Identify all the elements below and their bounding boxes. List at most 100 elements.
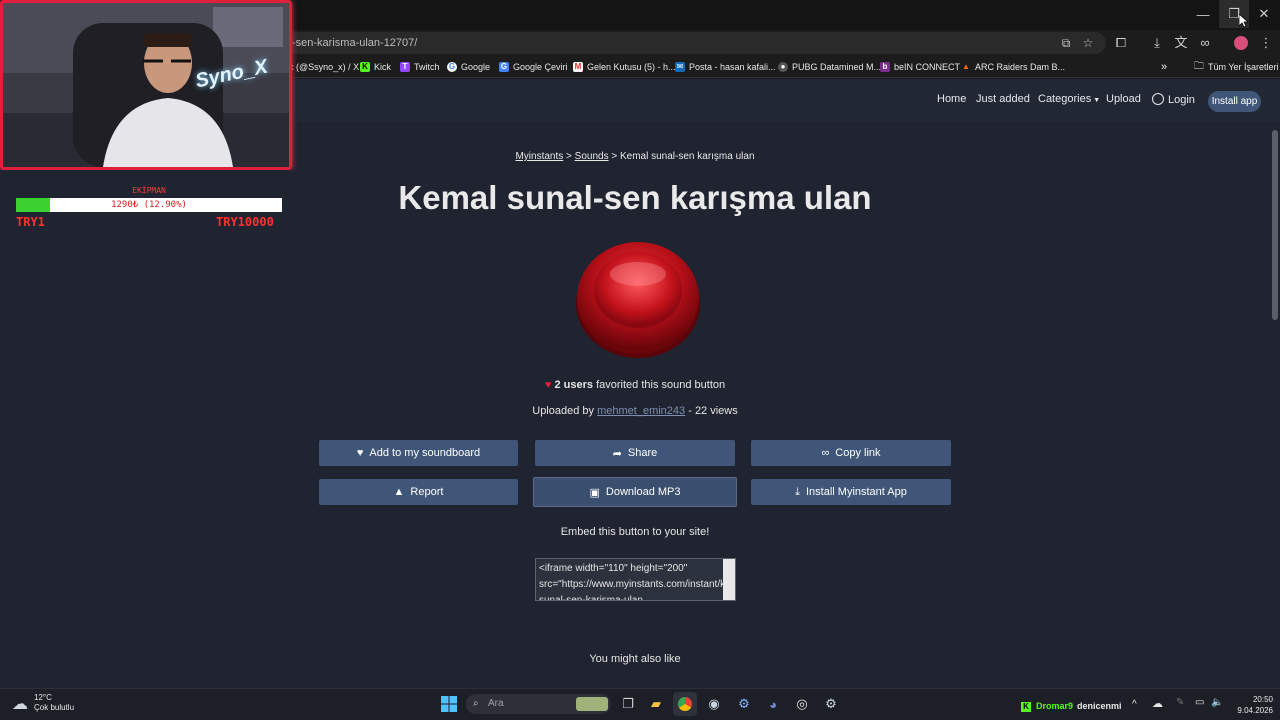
bookmark-label: Gelen Kutusu (5) - h... [587,62,676,72]
install-myinstant-app-button[interactable]: ⤓ Install Myinstant App [751,479,951,505]
share-arrow-icon: ➦ [612,447,622,460]
button-label: Install Myinstant App [805,486,907,498]
bookmark-label: Kick [374,62,392,72]
nav-upload[interactable]: Upload [1106,93,1141,105]
report-button[interactable]: ▲ Report [319,479,518,505]
network-icon[interactable]: ▭ [1195,697,1204,708]
settings-icon[interactable]: ⚙ [819,692,843,716]
bookmark-translate[interactable]: G Google Çeviri [499,59,568,75]
bookmark-mail[interactable]: ✉ Posta - hasan kafali... [675,59,776,75]
close-icon[interactable]: ✕ [1249,0,1279,28]
button-label: Download MP3 [605,486,681,498]
sound-play-button[interactable] [574,236,702,360]
button-label: Share [627,447,658,459]
embed-code-textarea[interactable]: <iframe width="110" height="200" src="ht… [535,558,736,601]
network-app-icon[interactable]: ⚙ [732,692,756,716]
breadcrumb-separator: > [566,151,572,162]
volume-icon[interactable]: 🔈 [1211,697,1223,708]
address-bar[interactable]: -sen-karisma-ulan-12707/ [286,32,1106,54]
mouse-cursor-icon [1239,14,1249,28]
download-icon[interactable]: ⤓ [1147,33,1167,53]
twitch-icon: T [400,62,410,72]
bein-icon: b [880,62,890,72]
copy-link-button[interactable]: ∞ Copy link [751,440,951,466]
pen-icon[interactable]: ✎ [1176,697,1184,708]
bookmark-label: beIN CONNECT [894,62,961,72]
windows-start-icon[interactable] [437,692,461,716]
google-icon: G [447,62,457,72]
menu-icon[interactable]: ⋮ [1256,33,1276,53]
obs-icon[interactable]: ◎ [790,692,814,716]
task-view-icon[interactable]: ❐ [616,692,640,716]
clock-date: 9.04.2026 [1237,706,1273,715]
translate-icon[interactable]: 文 [1171,33,1191,53]
chevron-double-icon: » [1161,61,1168,73]
bookmark-twitch[interactable]: T Twitch [400,59,440,75]
weather-cloud-icon[interactable]: ☁ [8,692,32,716]
install-app-button[interactable]: Install app [1208,91,1261,112]
discord-icon[interactable]: ◕ [761,692,785,716]
scrollbar-thumb[interactable] [1272,130,1278,320]
bookmark-label: Posta - hasan kafali... [689,62,776,72]
install-page-icon[interactable]: ⧉ [1057,35,1075,51]
weather-widget[interactable]: 12°C Çok bulutlu [34,693,74,713]
uploader-link[interactable]: mehmet_emin243 [597,405,685,417]
bookmark-label: ARC Raiders Dam B... [975,62,1066,72]
nav-login[interactable]: Login [1152,93,1195,106]
search-placeholder: Ara [488,698,504,709]
bookmark-bein[interactable]: b beIN CONNECT [880,59,960,75]
bookmark-label: PUBG Datamined M... [792,62,882,72]
share-button[interactable]: ➦ Share [535,440,735,466]
bookmark-pubg[interactable]: ● PUBG Datamined M... [778,59,881,75]
breadcrumb-myinstants[interactable]: Myinstants [515,151,563,162]
pubg-icon: ● [778,62,788,72]
download-mp3-button[interactable]: ▣ Download MP3 [533,477,737,507]
kick-icon: K [360,62,370,72]
link-icon: ∞ [821,447,830,459]
goal-progress-bar: 1290₺ (12.90%) [16,198,282,212]
bookmark-x[interactable]: x (@Ssyno_x) / X [289,59,359,75]
goal-panel-background [0,170,292,679]
gmail-icon: M [573,62,583,72]
star-icon[interactable]: ☆ [1079,35,1097,51]
add-to-soundboard-button[interactable]: ♥ Add to my soundboard [319,440,518,466]
minimize-icon[interactable]: — [1188,0,1218,28]
onedrive-cloud-icon[interactable]: ☁ [1152,697,1163,710]
nav-just-added[interactable]: Just added [976,93,1030,105]
user-circle-icon [1152,93,1164,105]
goal-progress-text: 1290₺ (12.90%) [111,200,187,210]
taskbar-search[interactable]: ⌕ Ara [466,694,611,714]
uploaded-label: Uploaded by [532,405,595,417]
tray-chevron-up-icon[interactable]: ^ [1132,699,1137,710]
chrome-icon[interactable] [673,692,697,716]
nav-home[interactable]: Home [937,93,966,105]
translate-icon: G [499,62,509,72]
nav-categories-label: Categories [1038,93,1092,105]
all-bookmarks-button[interactable]: 🗀 Tüm Yer İşaretleri [1194,59,1279,75]
url-text: -sen-karisma-ulan-12707/ [292,37,418,49]
favorite-text: favorited this sound button [596,379,726,391]
bookmark-kick[interactable]: K Kick [360,59,391,75]
folder-icon: 🗀 [1194,61,1204,72]
weather-desc: Çok bulutlu [34,703,75,712]
breadcrumb-sounds[interactable]: Sounds [575,151,609,162]
caret-down-icon: ▼ [1093,97,1101,104]
bookmark-label: Twitch [414,62,440,72]
extensions-icon[interactable]: ⧠ [1111,33,1131,53]
bookmarks-overflow-button[interactable]: » [1161,59,1167,75]
nav-categories[interactable]: Categories ▼ [1038,93,1100,105]
bookmark-arc[interactable]: ▲ ARC Raiders Dam B... [961,59,1065,75]
embed-scrollbar[interactable] [723,559,735,600]
clock[interactable]: 20:50 9.04.2026 [1233,694,1273,716]
download-icon: ⤓ [795,485,800,498]
steam-icon[interactable]: ◉ [702,692,726,716]
link-icon[interactable]: ∞ [1195,33,1215,53]
button-label: Copy link [835,447,881,459]
file-explorer-icon[interactable]: ▰ [644,692,668,716]
bookmark-google[interactable]: G Google [447,59,490,75]
all-bookmarks-label: Tüm Yer İşaretleri [1208,62,1279,72]
bookmark-gmail[interactable]: M Gelen Kutusu (5) - h... [573,59,676,75]
profile-avatar-icon[interactable] [1231,33,1251,53]
webcam-overlay: Syno_X [0,0,292,170]
webcam-feed [3,3,289,167]
